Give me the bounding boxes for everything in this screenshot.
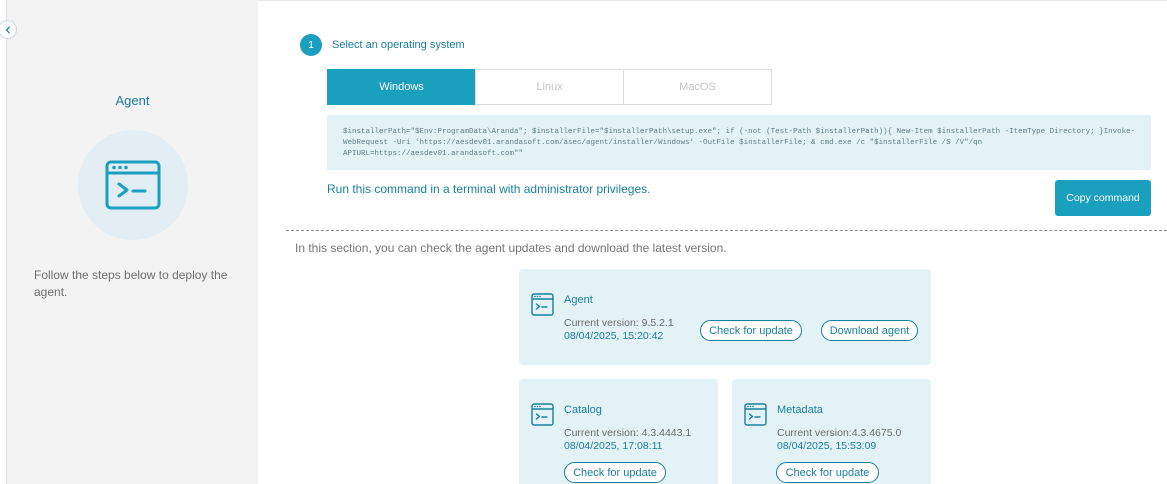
install-command-text: $installerPath="$Env:ProgramData\Aranda"… xyxy=(343,128,1136,158)
command-instructions: Run this command in a terminal with admi… xyxy=(327,182,651,196)
catalog-card-title: Catalog xyxy=(564,404,602,416)
left-panel-title: Agent xyxy=(115,93,150,108)
agent-update-card: Agent Current version: 9.5.2.1 08/04/202… xyxy=(519,269,931,365)
agent-version-date: 08/04/2025, 15:20:42 xyxy=(564,330,664,342)
install-command-box: $installerPath="$Env:ProgramData\Aranda"… xyxy=(327,115,1151,170)
agent-check-update-button[interactable]: Check for update xyxy=(700,320,802,341)
terminal-window-icon xyxy=(744,403,767,426)
hero-icon-circle xyxy=(78,130,188,240)
section-divider xyxy=(286,230,1167,231)
agent-deployment-page: Agent Follow the steps below to deploy t… xyxy=(0,0,1167,484)
catalog-check-update-button[interactable]: Check for update xyxy=(564,462,666,483)
main-content: 1 Select an operating system Windows Lin… xyxy=(258,0,1167,484)
terminal-window-icon xyxy=(531,293,554,316)
tab-macos[interactable]: MacOS xyxy=(623,69,772,105)
catalog-current-version: Current version: 4.3.4443.1 xyxy=(564,427,692,439)
step-number-badge: 1 xyxy=(300,34,322,56)
chevron-left-icon xyxy=(5,26,10,33)
metadata-check-update-button[interactable]: Check for update xyxy=(776,462,879,483)
terminal-window-icon xyxy=(105,160,161,210)
metadata-version-date: 08/04/2025, 15:53:09 xyxy=(777,440,877,452)
metadata-current-version: Current version:4.3.4675.0 xyxy=(777,427,902,439)
agent-card-title: Agent xyxy=(564,294,593,306)
os-tab-group: Windows Linux MacOS xyxy=(327,69,772,105)
left-panel-description: Follow the steps below to deploy the age… xyxy=(34,268,228,299)
left-info-panel: Agent Follow the steps below to deploy t… xyxy=(7,0,258,484)
metadata-update-card: Metadata Current version:4.3.4675.0 08/0… xyxy=(732,379,931,484)
tab-windows[interactable]: Windows xyxy=(327,69,476,105)
download-agent-button[interactable]: Download agent xyxy=(821,320,918,341)
catalog-update-card: Catalog Current version: 4.3.4443.1 08/0… xyxy=(519,379,718,484)
tab-linux[interactable]: Linux xyxy=(475,69,624,105)
catalog-version-date: 08/04/2025, 17:08:11 xyxy=(564,440,663,452)
agent-current-version: Current version: 9.5.2.1 xyxy=(564,317,674,329)
terminal-window-icon xyxy=(531,403,554,426)
updates-intro: In this section, you can check the agent… xyxy=(295,241,727,255)
metadata-card-title: Metadata xyxy=(777,404,823,416)
copy-command-button[interactable]: Copy command xyxy=(1055,180,1151,216)
step-label: Select an operating system xyxy=(332,39,465,51)
